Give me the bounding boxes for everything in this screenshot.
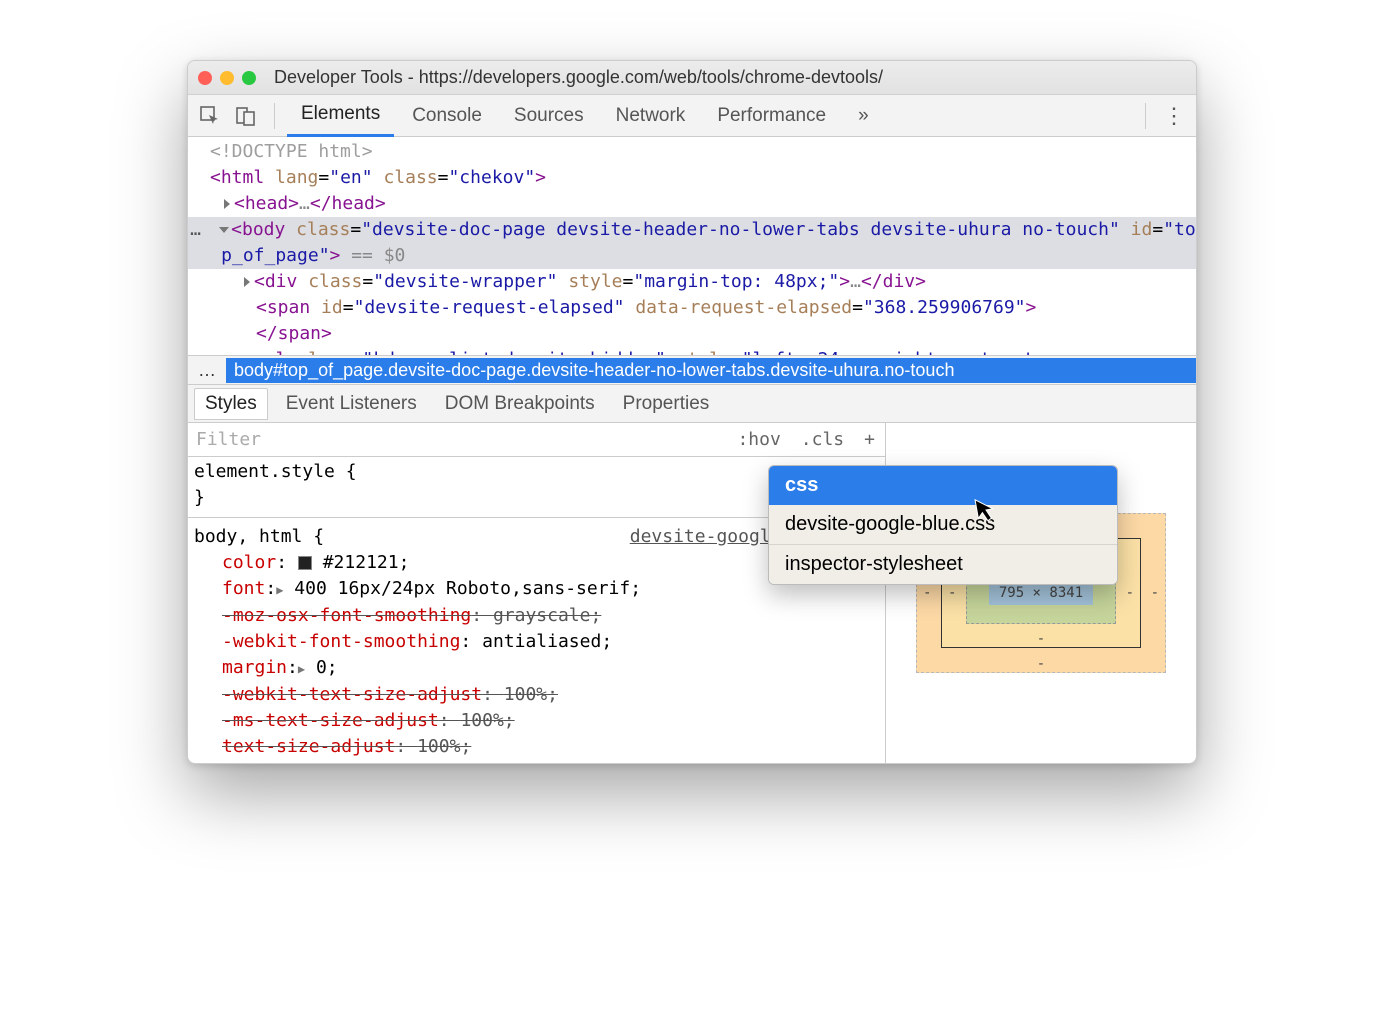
css-decl[interactable]: margin:▶ 0; bbox=[194, 655, 879, 682]
new-style-rule-button[interactable]: + bbox=[854, 429, 885, 450]
tab-sources[interactable]: Sources bbox=[500, 95, 598, 137]
window-title: Developer Tools - https://developers.goo… bbox=[268, 67, 1186, 88]
styles-sub-tabbar: Styles Event Listeners DOM Breakpoints P… bbox=[188, 385, 1196, 423]
dom-breadcrumb: … body#top_of_page.devsite-doc-page.devs… bbox=[188, 355, 1196, 385]
hov-toggle[interactable]: :hov bbox=[727, 429, 790, 450]
dom-span-open[interactable]: <span id="devsite-request-elapsed" data-… bbox=[188, 295, 1196, 321]
subtab-properties[interactable]: Properties bbox=[613, 389, 720, 419]
main-tabbar: Elements Console Sources Network Perform… bbox=[188, 95, 1196, 137]
dom-tree-panel[interactable]: <!DOCTYPE html> <html lang="en" class="c… bbox=[188, 137, 1196, 355]
maximize-window-button[interactable] bbox=[242, 71, 256, 85]
css-rule-selector[interactable]: body, html { bbox=[194, 524, 324, 550]
tab-console[interactable]: Console bbox=[398, 95, 496, 137]
close-window-button[interactable] bbox=[198, 71, 212, 85]
minimize-window-button[interactable] bbox=[220, 71, 234, 85]
subtab-dom-breakpoints[interactable]: DOM Breakpoints bbox=[435, 389, 605, 419]
styles-filter-row: Filter :hov .cls + bbox=[188, 423, 885, 457]
dropdown-item[interactable]: css bbox=[769, 466, 1117, 505]
dom-body-selected[interactable]: … <body class="devsite-doc-page devsite-… bbox=[188, 217, 1196, 269]
subtab-styles[interactable]: Styles bbox=[194, 388, 268, 420]
tab-elements[interactable]: Elements bbox=[287, 95, 394, 137]
inspect-element-icon[interactable] bbox=[194, 100, 226, 132]
tab-performance[interactable]: Performance bbox=[703, 95, 840, 137]
css-decl[interactable]: -ms-text-size-adjust: 100%; bbox=[194, 708, 879, 734]
cls-toggle[interactable]: .cls bbox=[791, 429, 854, 450]
dom-doctype[interactable]: <!DOCTYPE html> bbox=[188, 139, 1196, 165]
subtab-event-listeners[interactable]: Event Listeners bbox=[276, 389, 427, 419]
dropdown-item[interactable]: inspector-stylesheet bbox=[769, 545, 1117, 584]
css-decl[interactable]: -webkit-font-smoothing: antialiased; bbox=[194, 629, 879, 655]
css-decl[interactable]: -moz-osx-font-smoothing: grayscale; bbox=[194, 603, 879, 629]
dropdown-item[interactable]: devsite-google-blue.css bbox=[769, 505, 1117, 544]
breadcrumb-overflow[interactable]: … bbox=[188, 360, 226, 381]
styles-filter-input[interactable]: Filter bbox=[188, 429, 727, 450]
cursor-icon bbox=[974, 495, 998, 524]
dom-head[interactable]: <head>…</head> bbox=[188, 191, 1196, 217]
kebab-menu-icon[interactable]: ⋮ bbox=[1158, 100, 1190, 132]
tabs-overflow[interactable]: » bbox=[844, 95, 883, 137]
device-toggle-icon[interactable] bbox=[230, 100, 262, 132]
css-decl[interactable]: text-size-adjust: 100%; bbox=[194, 734, 879, 760]
stylesheet-dropdown: css devsite-google-blue.css inspector-st… bbox=[768, 465, 1118, 585]
color-swatch[interactable] bbox=[298, 556, 312, 570]
titlebar[interactable]: Developer Tools - https://developers.goo… bbox=[188, 61, 1196, 95]
separator bbox=[274, 103, 275, 129]
breadcrumb-selected[interactable]: body#top_of_page.devsite-doc-page.devsit… bbox=[226, 358, 1196, 383]
gutter-dots[interactable]: … bbox=[188, 217, 203, 269]
separator bbox=[1145, 103, 1146, 129]
dom-ul-partial[interactable]: <ul class="kd-menulist devsite-hidden" s… bbox=[188, 347, 1196, 355]
tab-network[interactable]: Network bbox=[602, 95, 700, 137]
css-decl[interactable]: -webkit-text-size-adjust: 100%; bbox=[194, 682, 879, 708]
traffic-lights bbox=[198, 71, 256, 85]
dom-span-close[interactable]: </span> bbox=[188, 321, 1196, 347]
dom-html-open[interactable]: <html lang="en" class="chekov"> bbox=[188, 165, 1196, 191]
devtools-window: Developer Tools - https://developers.goo… bbox=[187, 60, 1197, 764]
dom-div-wrapper[interactable]: <div class="devsite-wrapper" style="marg… bbox=[188, 269, 1196, 295]
